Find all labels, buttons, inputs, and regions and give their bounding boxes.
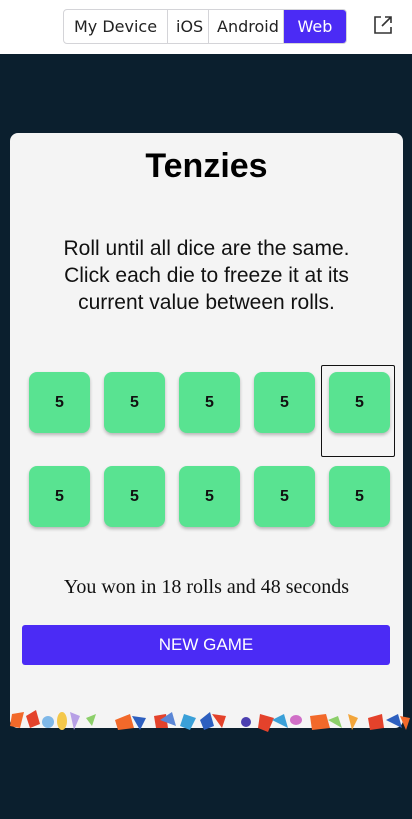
game-card: Tenzies Roll until all dice are the same…: [10, 133, 403, 728]
die[interactable]: 5: [254, 466, 315, 527]
die[interactable]: 5: [104, 466, 165, 527]
tab-ios[interactable]: iOS: [168, 10, 209, 43]
tab-android[interactable]: Android: [209, 10, 284, 43]
die[interactable]: 5: [329, 372, 390, 433]
confetti-decoration: [10, 710, 410, 732]
game-instructions: Roll until all dice are the same. Click …: [63, 237, 350, 314]
win-status: You won in 18 rolls and 48 seconds: [63, 576, 350, 598]
external-link-icon[interactable]: [372, 14, 394, 36]
top-toolbar: My Device iOS Android Web: [0, 0, 412, 54]
new-game-button[interactable]: NEW GAME: [22, 625, 390, 665]
die[interactable]: 5: [329, 466, 390, 527]
die[interactable]: 5: [29, 372, 90, 433]
die[interactable]: 5: [29, 466, 90, 527]
platform-selector: My Device iOS Android Web: [63, 9, 347, 44]
die[interactable]: 5: [179, 466, 240, 527]
tab-web[interactable]: Web: [284, 10, 346, 43]
game-title: Tenzies: [145, 147, 268, 185]
die[interactable]: 5: [254, 372, 315, 433]
die[interactable]: 5: [179, 372, 240, 433]
die[interactable]: 5: [104, 372, 165, 433]
tab-my-device[interactable]: My Device: [64, 10, 168, 43]
